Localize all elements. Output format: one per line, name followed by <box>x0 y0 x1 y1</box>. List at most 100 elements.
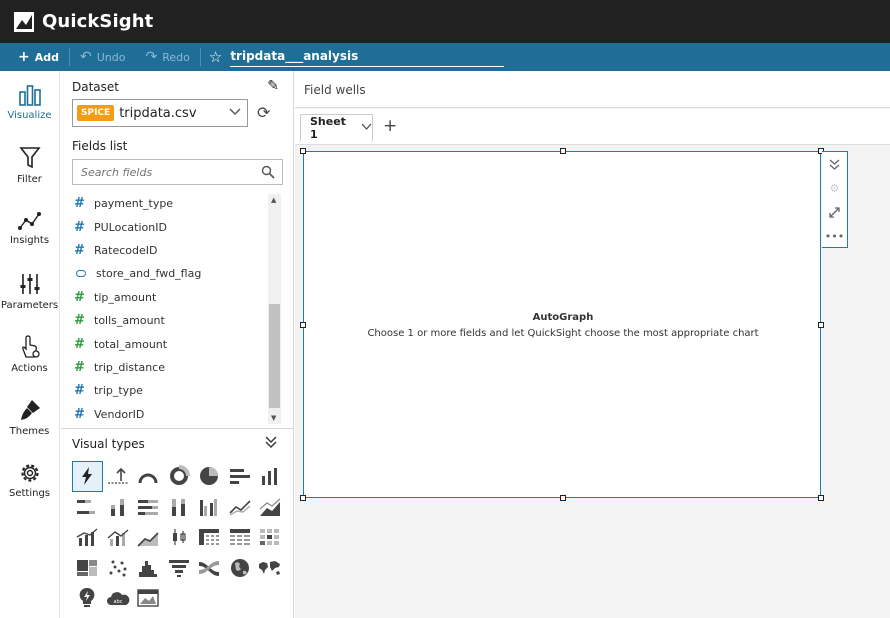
analysis-canvas: Field wells Sheet 1 + AutoGraph Choose 1… <box>295 71 890 618</box>
area-line-icon <box>259 498 281 516</box>
field-name: trip_distance <box>94 360 165 374</box>
clustered-bar-visual-type[interactable] <box>194 492 225 523</box>
visual-title: AutoGraph <box>532 312 594 323</box>
add-sheet-icon[interactable]: + <box>383 116 397 136</box>
field-item[interactable]: # trip_distance <box>72 356 283 379</box>
resize-handle[interactable] <box>300 148 306 154</box>
field-name: tip_amount <box>94 290 157 304</box>
stacked-horizontal-bar-visual-type[interactable] <box>72 492 103 523</box>
tree-map-visual-type[interactable] <box>72 553 103 584</box>
line-visual-type[interactable] <box>225 492 256 523</box>
combo-bar-line-visual-type[interactable] <box>72 522 103 553</box>
scroll-up-icon[interactable]: ▲ <box>271 196 276 204</box>
autograph-visual[interactable]: AutoGraph Choose 1 or more fields and le… <box>300 148 824 501</box>
histogram-visual-type[interactable] <box>133 553 164 584</box>
custom-visual-type[interactable] <box>133 583 164 614</box>
sheet-tab-bar: Sheet 1 + <box>295 109 890 145</box>
line-chart-icon <box>229 500 251 516</box>
sankey-visual-type[interactable] <box>194 553 225 584</box>
rail-label: Themes <box>9 426 50 437</box>
tree-map-icon <box>77 559 98 576</box>
field-item[interactable]: # tip_amount <box>72 286 283 309</box>
field-item[interactable]: # VendorID <box>72 403 283 424</box>
redo-button[interactable]: ↷ Redo <box>135 43 199 71</box>
kpi-visual-type[interactable] <box>103 461 134 492</box>
scroll-down-icon[interactable]: ▼ <box>271 414 276 422</box>
vertical-bar-visual-type[interactable] <box>255 461 286 492</box>
percent-horizontal-bar-visual-type[interactable] <box>133 492 164 523</box>
collapse-icon[interactable] <box>822 152 847 176</box>
word-cloud-visual-type[interactable]: abc <box>103 583 134 614</box>
pencil-icon[interactable]: ✎ <box>267 78 279 94</box>
donut-visual-type[interactable] <box>164 461 195 492</box>
star-icon[interactable]: ☆ <box>209 48 222 66</box>
field-item[interactable]: # tolls_amount <box>72 309 283 332</box>
field-item[interactable]: # RatecodeID <box>72 239 283 262</box>
insight-visual-type[interactable] <box>72 583 103 614</box>
combo-clustered-visual-type[interactable] <box>103 522 134 553</box>
quicksight-logo-icon <box>14 11 34 32</box>
search-fields-input[interactable] <box>81 165 256 179</box>
tab-sheet-1[interactable]: Sheet 1 <box>300 114 373 142</box>
table-visual-type[interactable] <box>225 522 256 553</box>
left-rail: Visualize Filter Insights Parameters Act… <box>0 71 60 618</box>
funnel-visual-type[interactable] <box>164 553 195 584</box>
area-visual-type[interactable] <box>133 522 164 553</box>
refresh-icon[interactable]: ⟳ <box>257 103 270 122</box>
horizontal-bar-visual-type[interactable] <box>225 461 256 492</box>
toolbar-divider <box>199 48 201 66</box>
add-button[interactable]: + Add <box>0 43 69 71</box>
points-on-map-visual-type[interactable] <box>255 553 286 584</box>
dataset-name: tripdata.csv <box>119 105 197 121</box>
field-item[interactable]: # trip_type <box>72 379 283 402</box>
gear-icon[interactable]: ⚙ <box>822 176 847 200</box>
chevron-down-icon[interactable] <box>361 123 372 134</box>
rail-item-settings[interactable]: Settings <box>0 449 59 512</box>
gauge-visual-type[interactable] <box>133 461 164 492</box>
rail-label: Parameters <box>0 300 59 311</box>
fields-scrollbar[interactable]: ▲ ▼ <box>268 194 281 424</box>
funnel-chart-icon <box>168 559 189 577</box>
expand-icon[interactable] <box>822 200 847 224</box>
heat-map-visual-type[interactable] <box>255 522 286 553</box>
scrollbar-thumb[interactable] <box>269 304 280 408</box>
resize-handle[interactable] <box>560 495 566 501</box>
autograph-visual-type[interactable] <box>72 461 103 492</box>
rail-item-themes[interactable]: Themes <box>0 386 59 449</box>
sankey-icon <box>199 560 220 576</box>
field-item[interactable]: # payment_type <box>72 192 283 215</box>
gear-icon <box>20 464 39 482</box>
rail-item-visualize[interactable]: Visualize <box>0 71 59 134</box>
string-field-icon <box>76 270 86 278</box>
pie-icon <box>200 467 219 486</box>
scatter-plot-visual-type[interactable] <box>103 553 134 584</box>
resize-handle[interactable] <box>818 495 824 501</box>
box-plot-visual-type[interactable] <box>164 522 195 553</box>
field-name: VendorID <box>94 407 145 421</box>
field-item[interactable]: # total_amount <box>72 332 283 355</box>
dataset-select[interactable]: SPICE tripdata.csv <box>72 99 248 127</box>
field-item[interactable]: # PULocationID <box>72 215 283 238</box>
field-wells-bar[interactable]: Field wells <box>295 71 890 108</box>
analysis-title-input[interactable]: tripdata___analysis <box>230 47 505 67</box>
resize-handle[interactable] <box>560 148 566 154</box>
rail-item-filter[interactable]: Filter <box>0 134 59 197</box>
rail-item-parameters[interactable]: Parameters <box>0 260 59 323</box>
redo-label: Redo <box>162 50 190 64</box>
pivot-table-visual-type[interactable] <box>194 522 225 553</box>
search-icon[interactable] <box>261 165 275 182</box>
more-options-icon[interactable]: ••• <box>822 224 847 248</box>
rail-item-actions[interactable]: Actions <box>0 323 59 386</box>
area-line-visual-type[interactable] <box>255 492 286 523</box>
filled-map-visual-type[interactable] <box>225 553 256 584</box>
pie-visual-type[interactable] <box>194 461 225 492</box>
stacked-vertical-bar-visual-type[interactable] <box>103 492 134 523</box>
field-item[interactable]: store_and_fwd_flag <box>72 262 283 285</box>
rail-item-insights[interactable]: Insights <box>0 197 59 260</box>
field-name: trip_type <box>94 384 143 398</box>
percent-vertical-bar-visual-type[interactable] <box>164 492 195 523</box>
rail-label: Insights <box>9 235 50 246</box>
double-chevron-down-icon[interactable] <box>264 435 278 452</box>
undo-button[interactable]: ↶ Undo <box>70 43 135 71</box>
resize-handle[interactable] <box>300 495 306 501</box>
